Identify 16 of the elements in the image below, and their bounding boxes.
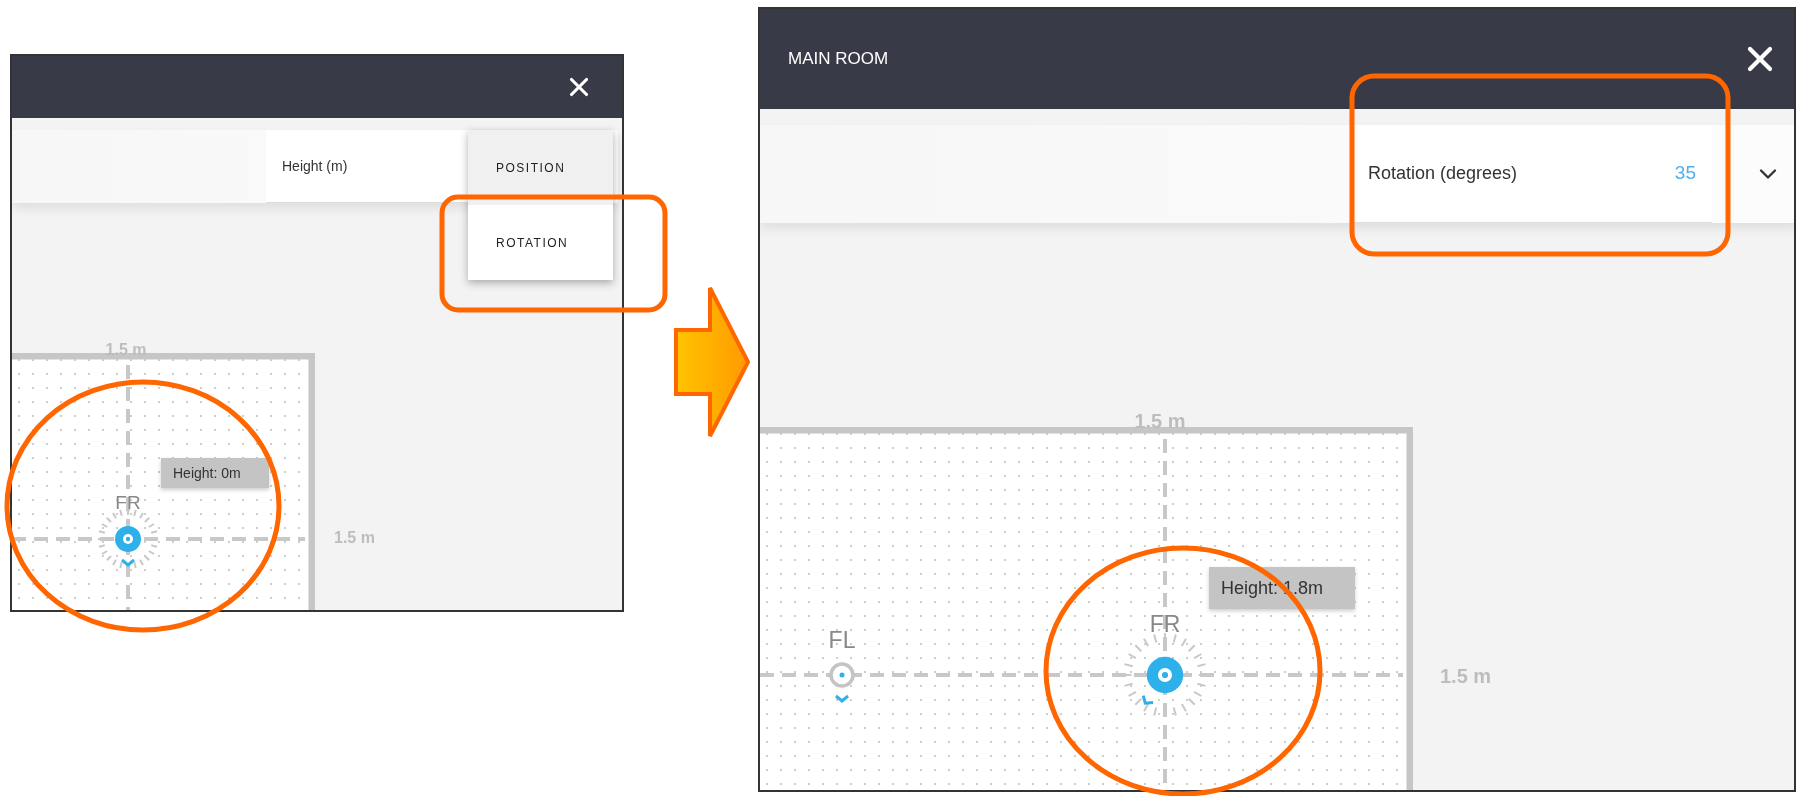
selected-speaker-marker[interactable]: [97, 508, 159, 570]
window-title: MAIN ROOM: [788, 48, 889, 71]
speaker-label: FR: [115, 491, 141, 515]
field-label: Height (m): [282, 156, 348, 176]
field-label: Rotation (degrees): [1368, 162, 1518, 185]
menu-item[interactable]: ROTATION: [468, 205, 613, 280]
tooltip: Height: 0m: [161, 458, 269, 488]
field-value: 35: [1674, 161, 1696, 186]
text-field[interactable]: Height (m): [266, 130, 468, 203]
speaker-label: FL: [828, 626, 856, 655]
speaker-label: FR: [1149, 610, 1181, 639]
speaker-marker[interactable]: [829, 662, 855, 703]
text-field[interactable]: Rotation (degrees) 35: [1352, 125, 1712, 223]
arrow-icon: [674, 286, 751, 438]
selected-speaker-marker[interactable]: [1122, 632, 1208, 718]
menu-item[interactable]: POSITION: [468, 130, 613, 205]
